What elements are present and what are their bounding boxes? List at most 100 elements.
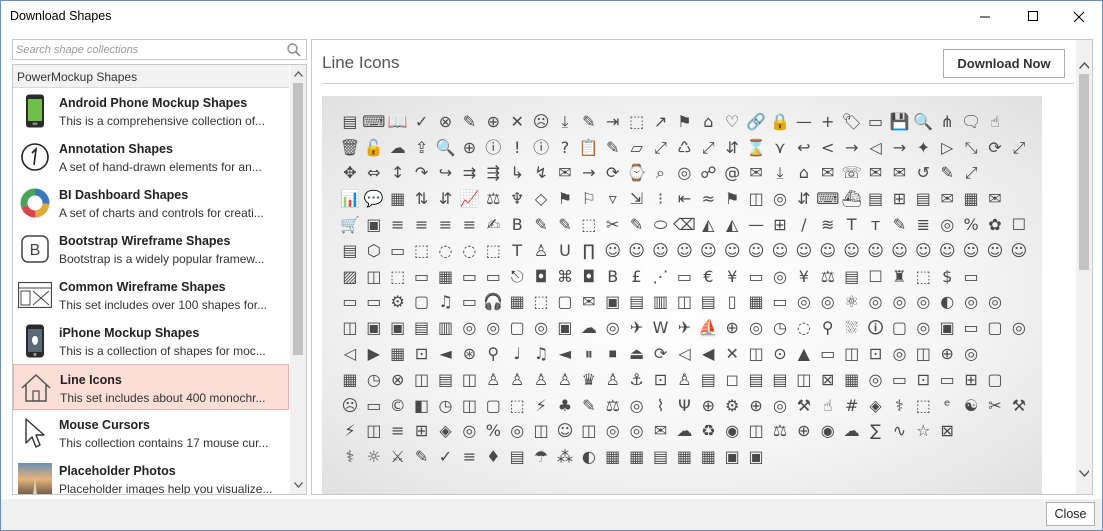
preview-icon: ☺ <box>771 240 789 260</box>
preview-icon: ♻ <box>701 421 716 441</box>
search-input[interactable] <box>16 42 284 57</box>
download-now-button[interactable]: Download Now <box>943 49 1065 78</box>
preview-icon: ▤ <box>342 240 358 260</box>
preview-icon: € <box>703 266 714 286</box>
preview-icon: ▦ <box>390 189 406 209</box>
preview-icon: ⊡ <box>653 369 668 389</box>
list-item[interactable]: B Bootstrap Wireframe Shapes Bootstrap i… <box>13 226 289 272</box>
preview-icon: ⇵ <box>797 189 811 209</box>
preview-icon: ⊠ <box>940 421 954 441</box>
collections-scrollbar[interactable] <box>290 65 306 494</box>
preview-icon: ▭ <box>676 266 692 286</box>
item-description: This collection contains 17 mouse cur... <box>59 436 269 450</box>
preview-icon: ⊕ <box>797 421 811 441</box>
preview-icon: ▣ <box>366 215 382 235</box>
preview-icon: ⌚ <box>626 163 647 183</box>
preview-icon: → <box>844 137 859 157</box>
preview-icon: ☺ <box>843 240 860 260</box>
list-item[interactable]: Annotation Shapes A set of hand-drawn el… <box>13 134 289 180</box>
preview-icon: ▤ <box>867 189 884 209</box>
preview-icon: ☐ <box>868 266 883 286</box>
preview-icon: 🔗 <box>746 111 767 131</box>
collection-title: Line Icons <box>322 53 400 72</box>
preview-icon: ▤ <box>414 318 430 338</box>
item-name: Bootstrap Wireframe Shapes <box>59 234 231 248</box>
preview-icon: ◎ <box>772 189 787 209</box>
minimize-button[interactable] <box>962 1 1008 32</box>
collections-list[interactable]: PowerMockup Shapes Android Phone Mockup … <box>12 64 307 495</box>
preview-icon: ◷ <box>438 395 453 415</box>
preview-icon: ∑ <box>870 421 881 441</box>
preview-icon: ▭ <box>342 292 358 312</box>
preview-icon: ⚖ <box>605 395 620 415</box>
preview-icon <box>1007 341 1031 367</box>
scroll-up-icon[interactable] <box>293 69 303 79</box>
preview-icon: ▤ <box>748 369 764 389</box>
preview-icon: ⌂ <box>703 111 714 131</box>
list-item[interactable]: Common Wireframe Shapes This set include… <box>13 272 289 318</box>
preview-icon: ☺ <box>699 240 717 260</box>
scroll-down-icon[interactable] <box>293 480 303 490</box>
preview-icon: ⚐ <box>581 189 597 209</box>
preview-icon: ♙ <box>557 369 573 389</box>
preview-icon: ⤡ <box>964 137 978 157</box>
preview-icon <box>1007 290 1031 316</box>
item-name: BI Dashboard Shapes <box>59 188 189 202</box>
preview-icon: ◎ <box>892 292 907 312</box>
scroll-thumb[interactable] <box>293 83 303 355</box>
preview-icon: ◎ <box>1011 318 1026 338</box>
close-window-button[interactable] <box>1056 1 1102 32</box>
preview-icon: ▭ <box>820 344 836 364</box>
preview-icon: ♜ <box>892 266 907 286</box>
preview-icon: ✎ <box>940 163 954 183</box>
preview-icon: ▢ <box>987 369 1003 389</box>
svg-text:B: B <box>30 242 41 259</box>
preview-icon: ⋔ <box>940 111 954 131</box>
preview-icon: ! <box>513 137 521 157</box>
preview-icon: ♩ <box>513 344 521 364</box>
preview-icon: т <box>870 215 881 235</box>
list-item[interactable]: Mouse Cursors This collection contains 1… <box>13 410 289 456</box>
preview-icon: ⌕ <box>656 163 665 183</box>
preview-icon: ✎ <box>582 395 596 415</box>
preview-icon: ◎ <box>988 292 1002 312</box>
close-button[interactable]: Close <box>1046 502 1095 526</box>
preview-icon: ✉ <box>988 189 1002 209</box>
preview-icon: ▦ <box>700 447 716 467</box>
list-item[interactable]: Android Phone Mockup Shapes This is a co… <box>13 88 289 134</box>
scroll-thumb[interactable] <box>1079 74 1089 270</box>
detail-scrollbar[interactable] <box>1076 40 1092 494</box>
maximize-button[interactable] <box>1010 1 1056 32</box>
preview-icon: ▭ <box>939 369 955 389</box>
list-item[interactable]: Placeholder Photos Placeholder images he… <box>13 456 289 494</box>
scroll-up-icon[interactable] <box>1079 60 1089 70</box>
preview-icon: ◎ <box>677 163 692 183</box>
preview-icon: / <box>801 215 807 235</box>
preview-icon: ▭ <box>390 240 406 260</box>
preview-icon: — <box>795 111 812 131</box>
item-name: Placeholder Photos <box>59 464 176 478</box>
list-item-selected[interactable]: Line Icons This set includes about 400 m… <box>13 364 289 410</box>
preview-icon: ✉ <box>558 163 572 183</box>
preview-icon: ▣ <box>390 318 406 338</box>
preview-icon: ⚙ <box>390 292 405 312</box>
preview-icon: ◫ <box>461 369 477 389</box>
scroll-down-icon[interactable] <box>1079 468 1089 478</box>
list-item[interactable]: iPhone Mockup Shapes This is a collectio… <box>13 318 289 364</box>
preview-icon: ◎ <box>916 292 931 312</box>
preview-icon: ✉ <box>582 292 596 312</box>
preview-icon: ⬚ <box>915 266 931 286</box>
preview-icon: ⬚ <box>581 215 597 235</box>
preview-icon: ▷ <box>941 137 954 157</box>
preview-icon: 🗑 <box>339 137 361 157</box>
preview-icon: ▢ <box>414 292 430 312</box>
preview-icon: 💾 <box>889 111 910 131</box>
preview-icon: ▶ <box>367 344 380 364</box>
preview-icon: ⊡ <box>414 344 429 364</box>
list-item[interactable]: BI Dashboard Shapes A set of charts and … <box>13 180 289 226</box>
preview-icon: ◎ <box>892 344 907 364</box>
preview-icon: ▦ <box>605 447 621 467</box>
preview-icon: ⓘ <box>533 137 550 157</box>
preview-icon: ◷ <box>772 318 787 338</box>
preview-icon: ▢ <box>557 292 573 312</box>
